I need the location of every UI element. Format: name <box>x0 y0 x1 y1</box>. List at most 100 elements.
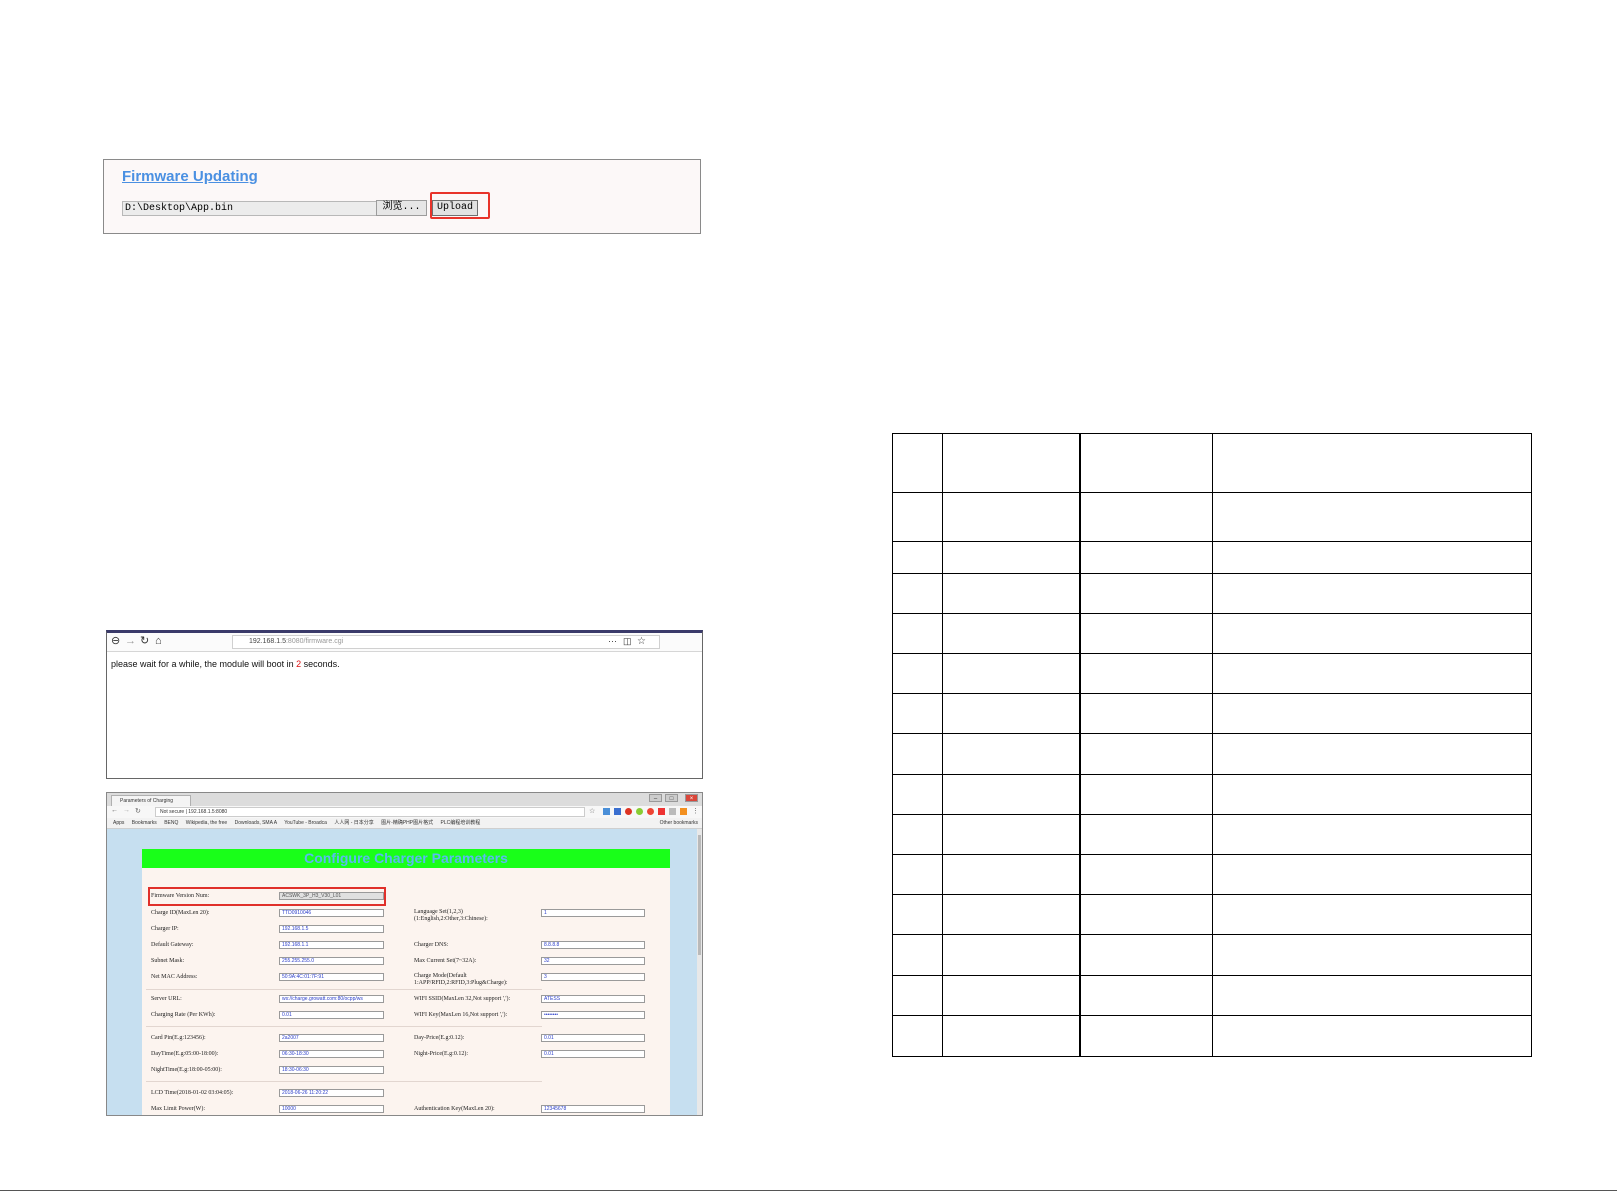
back-icon[interactable]: ← <box>111 807 118 814</box>
address-bar[interactable]: Not secure | 192.168.1.5:8080 <box>155 807 585 817</box>
max-current-input[interactable]: 32 <box>541 957 645 965</box>
card-pin-input[interactable]: 2a2007 <box>279 1034 384 1042</box>
card-pin-label: Card Pin(E.g:123456): <box>151 1035 206 1041</box>
day-time-input[interactable]: 06:30-18:30 <box>279 1050 384 1058</box>
bookmark-item[interactable]: Downloads, SMA A <box>235 820 277 826</box>
default-gateway-input[interactable]: 192.168.1.1 <box>279 941 384 949</box>
table-row <box>892 733 1532 775</box>
table-cell <box>892 813 943 855</box>
back-icon[interactable]: ⊖ <box>111 635 120 648</box>
bookmark-item[interactable]: 图片-精确PHP图片格式 <box>381 820 433 826</box>
table-cell <box>942 693 1081 735</box>
scrollbar-thumb[interactable] <box>698 835 701 955</box>
extension-icon[interactable] <box>680 808 687 815</box>
bookmark-star-icon[interactable]: ☆ <box>637 635 646 648</box>
table-cell <box>1212 653 1532 695</box>
table-cell <box>1079 540 1213 574</box>
bookmark-item[interactable]: PLC编程培训教程 <box>441 820 481 826</box>
address-bar[interactable]: 192.168.1.5:8080/firmware.cgi <box>232 635 660 649</box>
bookmark-item[interactable]: Wikipedia, the free <box>186 820 227 826</box>
night-price-label: Night-Price(E.g:0.12): <box>414 1051 468 1057</box>
max-limit-power-input[interactable]: 10000 <box>279 1105 384 1113</box>
lcd-time-input[interactable]: 2018-06-26 11:20:22 <box>279 1089 384 1097</box>
url-host: 192.168.1.5 <box>249 638 286 645</box>
lcd-time-label: LCD Time(2018-01-02 03:04:05): <box>151 1090 234 1096</box>
day-price-label: Day-Price(E.g:0.12): <box>414 1035 465 1041</box>
bookmark-item[interactable]: Bookmarks <box>132 820 157 826</box>
language-set-input[interactable]: 1 <box>541 909 645 917</box>
bookmark-star-icon[interactable]: ☆ <box>589 807 595 815</box>
boot-wait-message: please wait for a while, the module will… <box>111 659 340 669</box>
table-row <box>892 773 1532 815</box>
table-cell <box>942 974 1081 1016</box>
table-cell <box>1079 612 1213 655</box>
charging-rate-input[interactable]: 0.01 <box>279 1011 384 1019</box>
home-icon[interactable]: ⌂ <box>155 635 162 648</box>
menu-icon[interactable]: ⋮ <box>692 807 699 815</box>
browse-button[interactable]: 浏览... <box>376 200 427 216</box>
browser-toolbar: ⊖ → ↻ ⌂ 192.168.1.5:8080/firmware.cgi ··… <box>107 633 702 652</box>
extension-icon[interactable] <box>647 808 654 815</box>
forward-icon[interactable]: → <box>125 635 136 648</box>
charger-dns-input[interactable]: 8.8.8.8 <box>541 941 645 949</box>
pocket-icon[interactable]: ◫ <box>623 635 632 648</box>
page-scrollbar[interactable] <box>697 829 702 1115</box>
wifi-ssid-input[interactable]: ATESS <box>541 995 645 1003</box>
wifi-key-label: WIFI Key(MaxLen 16,Not support ','): <box>414 1012 508 1018</box>
more-icon[interactable]: ··· <box>608 635 617 648</box>
bookmark-item[interactable]: YouTube - Broadca <box>284 820 327 826</box>
charger-ip-label: Charger IP: <box>151 926 179 932</box>
table-cell <box>942 1014 1081 1058</box>
server-url-input[interactable]: ws://charge.growatt.com:80/ocpp/ws <box>279 995 384 1003</box>
bookmark-item[interactable]: Apps <box>113 820 124 826</box>
section-divider <box>146 989 542 990</box>
forward-icon[interactable]: → <box>123 807 130 814</box>
auth-key-input[interactable]: 12345678 <box>541 1105 645 1113</box>
bookmark-item[interactable]: BENQ <box>164 820 178 826</box>
reload-icon[interactable]: ↻ <box>135 807 141 815</box>
table-row <box>892 693 1532 735</box>
extension-icon[interactable] <box>669 808 676 815</box>
table-cell <box>1079 572 1213 614</box>
charge-id-input[interactable]: TTD0910046 <box>279 909 384 917</box>
reload-icon[interactable]: ↻ <box>140 635 149 648</box>
other-bookmarks[interactable]: Other bookmarks <box>660 818 698 828</box>
charge-mode-input[interactable]: 3 <box>541 973 645 981</box>
table-cell <box>1212 612 1532 655</box>
table-cell <box>942 894 1081 936</box>
close-icon[interactable]: × <box>685 794 698 802</box>
subnet-mask-input[interactable]: 255.255.255.0 <box>279 957 384 965</box>
extension-icon[interactable] <box>636 808 643 815</box>
charger-ip-input[interactable]: 192.168.1.5 <box>279 925 384 933</box>
day-price-input[interactable]: 0.01 <box>541 1034 645 1042</box>
net-mac-input[interactable]: 50:9A:4C:01:7F:91 <box>279 973 384 981</box>
table-cell <box>1079 492 1213 542</box>
firmware-file-path-input[interactable]: D:\Desktop\App.bin <box>122 201 377 216</box>
table-cell <box>1212 1014 1532 1058</box>
night-time-input[interactable]: 18:30-06:30 <box>279 1066 384 1074</box>
table-cell <box>892 612 943 655</box>
minimize-icon[interactable]: – <box>649 794 662 802</box>
browser-tab[interactable]: Parameters of Charging <box>111 795 191 806</box>
night-price-input[interactable]: 0.01 <box>541 1050 645 1058</box>
table-row <box>892 1014 1532 1058</box>
table-cell <box>892 773 943 815</box>
extension-icon[interactable] <box>625 808 632 815</box>
table-cell <box>892 974 943 1016</box>
extension-icon[interactable] <box>614 808 621 815</box>
bookmark-item[interactable]: 人人网 - 日本分享 <box>334 820 373 826</box>
charge-id-label: Charge ID(MaxLen 20): <box>151 910 210 916</box>
wifi-key-input[interactable]: •••••••• <box>541 1011 645 1019</box>
subnet-mask-label: Subnet Mask: <box>151 958 185 964</box>
maximize-icon[interactable]: □ <box>665 794 678 802</box>
table-cell <box>942 432 1081 494</box>
table-row <box>892 813 1532 855</box>
extension-icon[interactable] <box>658 808 665 815</box>
page-viewport: Configure Charger Parameters Firmware Ve… <box>107 829 702 1115</box>
table-cell <box>892 1014 943 1058</box>
configure-form: Configure Charger Parameters Firmware Ve… <box>142 849 670 1115</box>
table-cell <box>1079 894 1213 936</box>
table-cell <box>1079 974 1213 1016</box>
table-cell <box>1079 853 1213 896</box>
extension-icon[interactable] <box>603 808 610 815</box>
